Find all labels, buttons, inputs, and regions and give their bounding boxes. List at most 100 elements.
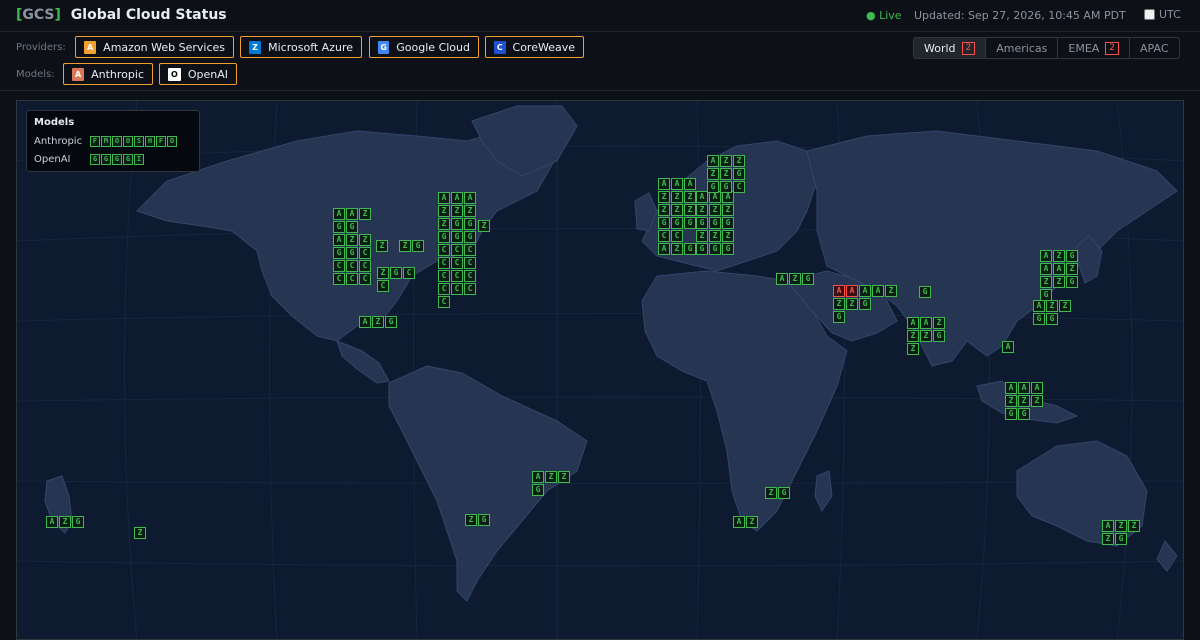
service-tile[interactable]: A <box>671 178 683 190</box>
service-tile[interactable]: A <box>46 516 58 528</box>
service-tile[interactable]: Z <box>451 205 463 217</box>
service-tile[interactable]: Z <box>359 234 371 246</box>
service-tile[interactable]: Z <box>833 298 845 310</box>
provider-filter-azure[interactable]: Z Microsoft Azure <box>240 36 362 58</box>
service-tile[interactable]: G <box>733 168 745 180</box>
service-tile[interactable]: G <box>778 487 790 499</box>
incident-tile[interactable]: A <box>833 285 845 297</box>
service-tile[interactable]: Z <box>722 204 734 216</box>
service-tile[interactable]: Z <box>558 471 570 483</box>
service-tile[interactable]: G <box>709 243 721 255</box>
service-tile[interactable]: Z <box>720 168 732 180</box>
service-tile[interactable]: Z <box>658 191 670 203</box>
service-tile[interactable]: Z <box>465 514 477 526</box>
tab-apac[interactable]: APAC <box>1130 38 1178 58</box>
service-tile[interactable]: Z <box>1053 250 1065 262</box>
service-tile[interactable]: C <box>671 230 683 242</box>
service-tile[interactable]: G <box>859 298 871 310</box>
service-tile[interactable]: G <box>1018 408 1030 420</box>
service-tile[interactable]: C <box>346 273 358 285</box>
service-tile[interactable]: Z <box>372 316 384 328</box>
service-tile[interactable]: G <box>919 286 931 298</box>
service-tile[interactable]: Z <box>346 234 358 246</box>
service-tile[interactable]: C <box>438 296 450 308</box>
service-tile[interactable]: C <box>359 260 371 272</box>
service-tile[interactable]: A <box>872 285 884 297</box>
service-tile[interactable]: G <box>802 273 814 285</box>
service-tile[interactable]: Z <box>789 273 801 285</box>
service-tile[interactable]: C <box>464 283 476 295</box>
service-tile[interactable]: A <box>359 316 371 328</box>
service-tile[interactable]: C <box>359 273 371 285</box>
service-tile[interactable]: Z <box>722 230 734 242</box>
service-tile[interactable]: A <box>733 516 745 528</box>
incident-tile[interactable]: A <box>846 285 858 297</box>
service-tile[interactable]: A <box>1005 382 1017 394</box>
service-tile[interactable]: G <box>684 243 696 255</box>
service-tile[interactable]: A <box>532 471 544 483</box>
service-tile[interactable]: Z <box>907 330 919 342</box>
service-tile[interactable]: G <box>1066 276 1078 288</box>
service-tile[interactable]: Z <box>438 205 450 217</box>
service-tile[interactable]: G <box>438 231 450 243</box>
service-tile[interactable]: Z <box>545 471 557 483</box>
provider-filter-aws[interactable]: A Amazon Web Services <box>75 36 234 58</box>
service-tile[interactable]: C <box>359 247 371 259</box>
service-tile[interactable]: Z <box>709 230 721 242</box>
service-tile[interactable]: A <box>658 243 670 255</box>
service-tile[interactable]: G <box>346 221 358 233</box>
service-tile[interactable]: A <box>684 178 696 190</box>
tab-world[interactable]: World 2 <box>914 38 987 58</box>
service-tile[interactable]: C <box>438 270 450 282</box>
service-tile[interactable]: Z <box>720 155 732 167</box>
service-tile[interactable]: C <box>733 181 745 193</box>
service-tile[interactable]: C <box>333 260 345 272</box>
service-tile[interactable]: A <box>658 178 670 190</box>
service-tile[interactable]: G <box>933 330 945 342</box>
service-tile[interactable]: Z <box>1102 533 1114 545</box>
service-tile[interactable]: G <box>1005 408 1017 420</box>
service-tile[interactable]: G <box>696 217 708 229</box>
service-tile[interactable]: C <box>451 244 463 256</box>
service-tile[interactable]: C <box>377 280 389 292</box>
service-tile[interactable]: G <box>532 484 544 496</box>
service-tile[interactable]: G <box>722 217 734 229</box>
service-tile[interactable]: G <box>412 240 424 252</box>
service-tile[interactable]: G <box>720 181 732 193</box>
service-tile[interactable]: C <box>451 257 463 269</box>
service-tile[interactable]: G <box>478 514 490 526</box>
service-tile[interactable]: A <box>438 192 450 204</box>
service-tile[interactable]: C <box>451 270 463 282</box>
service-tile[interactable]: A <box>907 317 919 329</box>
service-tile[interactable]: Z <box>885 285 897 297</box>
service-tile[interactable]: Z <box>733 155 745 167</box>
service-tile[interactable]: A <box>1040 263 1052 275</box>
service-tile[interactable]: C <box>464 244 476 256</box>
service-tile[interactable]: Z <box>746 516 758 528</box>
service-tile[interactable]: Z <box>134 527 146 539</box>
model-filter-openai[interactable]: O OpenAI <box>159 63 237 85</box>
service-tile[interactable]: A <box>707 155 719 167</box>
service-tile[interactable]: G <box>658 217 670 229</box>
provider-filter-coreweave[interactable]: C CoreWeave <box>485 36 584 58</box>
service-tile[interactable]: Z <box>846 298 858 310</box>
service-tile[interactable]: G <box>722 243 734 255</box>
service-tile[interactable]: C <box>451 283 463 295</box>
service-tile[interactable]: Z <box>707 168 719 180</box>
service-tile[interactable]: Z <box>399 240 411 252</box>
service-tile[interactable]: G <box>1066 250 1078 262</box>
service-tile[interactable]: A <box>859 285 871 297</box>
service-tile[interactable]: C <box>438 244 450 256</box>
service-tile[interactable]: G <box>390 267 402 279</box>
service-tile[interactable]: A <box>333 234 345 246</box>
service-tile[interactable]: Z <box>671 204 683 216</box>
service-tile[interactable]: G <box>464 231 476 243</box>
service-tile[interactable]: A <box>920 317 932 329</box>
service-tile[interactable]: G <box>464 218 476 230</box>
model-filter-anthropic[interactable]: A Anthropic <box>63 63 153 85</box>
service-tile[interactable]: G <box>451 218 463 230</box>
service-tile[interactable]: A <box>346 208 358 220</box>
service-tile[interactable]: A <box>464 192 476 204</box>
service-tile[interactable]: Z <box>1066 263 1078 275</box>
service-tile[interactable]: Z <box>59 516 71 528</box>
